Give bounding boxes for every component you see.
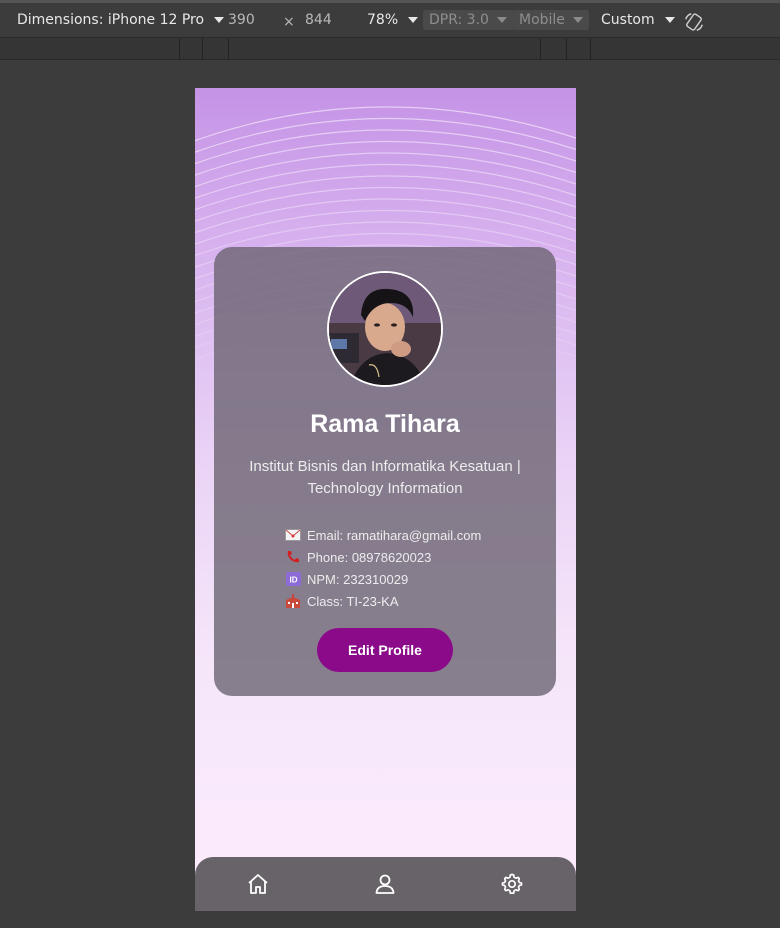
program-line: Technology Information <box>307 480 463 497</box>
chevron-down-icon <box>572 17 583 23</box>
throttle-value: Custom <box>601 12 655 28</box>
dpr-value: DPR: 3.0 <box>429 12 489 28</box>
institution-line: Institut Bisnis dan Informatika Kesatuan… <box>249 458 521 475</box>
detail-npm: ID NPM: 232310029 <box>285 568 525 590</box>
envelope-icon <box>285 528 301 542</box>
nav-profile[interactable] <box>372 871 398 897</box>
bottom-nav <box>195 857 576 911</box>
throttle-select[interactable]: Custom <box>601 12 675 28</box>
chevron-down-icon <box>664 17 675 23</box>
home-icon <box>248 874 268 894</box>
zoom-value: 78% <box>367 12 399 28</box>
rotate-icon <box>685 13 703 31</box>
avatar-photo <box>329 273 441 385</box>
dpr-select[interactable]: DPR: 3.0 <box>423 10 513 30</box>
profile-name: Rama Tihara <box>310 410 460 438</box>
height-input[interactable]: 844 <box>305 12 332 28</box>
devtools-toolbar: Dimensions: iPhone 12 Pro 390 × 844 78% … <box>0 0 780 38</box>
dimensions-label: Dimensions: iPhone 12 Pro <box>17 12 205 28</box>
phone-icon <box>285 550 301 564</box>
media-query-ruler <box>0 38 780 60</box>
device-dimensions-select[interactable]: Dimensions: iPhone 12 Pro <box>17 12 225 28</box>
device-viewport: Rama Tihara Institut Bisnis dan Informat… <box>195 88 576 911</box>
detail-phone-text: Phone: 08978620023 <box>307 549 432 565</box>
chevron-down-icon <box>214 17 225 23</box>
mode-select[interactable]: Mobile <box>513 10 589 30</box>
profile-details: Email: ramatihara@gmail.com Phone: 08978… <box>285 524 525 612</box>
detail-phone: Phone: 08978620023 <box>285 546 525 568</box>
edit-profile-button[interactable]: Edit Profile <box>317 628 453 672</box>
nav-settings[interactable] <box>499 871 525 897</box>
mode-value: Mobile <box>519 12 565 28</box>
profile-subtitle: Institut Bisnis dan Informatika Kesatuan… <box>234 456 536 500</box>
detail-class-text: Class: TI-23-KA <box>307 593 399 609</box>
detail-email: Email: ramatihara@gmail.com <box>285 524 525 546</box>
zoom-select[interactable]: 78% <box>367 12 419 28</box>
avatar <box>327 271 443 387</box>
detail-npm-text: NPM: 232310029 <box>307 571 409 587</box>
settings-icon <box>501 873 523 895</box>
school-icon <box>285 594 301 608</box>
chevron-down-icon <box>496 17 507 23</box>
detail-email-text: Email: ramatihara@gmail.com <box>307 527 482 543</box>
detail-class: Class: TI-23-KA <box>285 590 525 612</box>
id-icon: ID <box>285 572 301 586</box>
width-input[interactable]: 390 <box>228 12 255 28</box>
svg-text:ID: ID <box>289 576 297 585</box>
times-sign: × <box>283 14 295 30</box>
profile-card: Rama Tihara Institut Bisnis dan Informat… <box>214 247 556 696</box>
chevron-down-icon <box>408 17 419 23</box>
user-icon <box>375 874 395 894</box>
rotate-button[interactable] <box>683 11 705 33</box>
nav-home[interactable] <box>245 871 271 897</box>
